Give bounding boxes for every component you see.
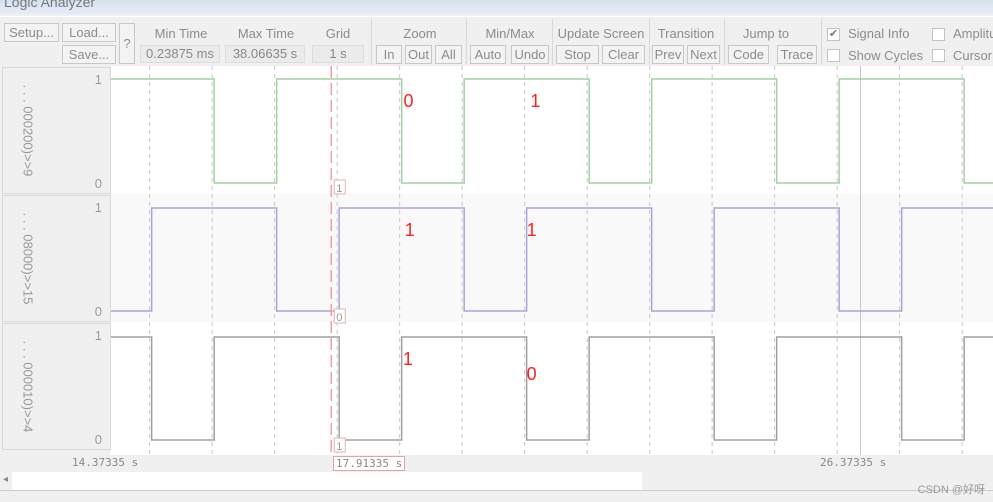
amplitude-checkbox[interactable] [932, 28, 945, 41]
signal-name: . . . 000200)>>9 [20, 84, 36, 177]
high-level-label: 1 [94, 200, 102, 215]
low-level-label: 0 [94, 176, 102, 191]
high-level-label: 1 [94, 328, 102, 343]
separator [552, 19, 553, 65]
low-level-label: 0 [94, 304, 102, 319]
separator [466, 19, 467, 65]
scrollbar-track[interactable] [12, 472, 642, 490]
min-time-label: Min Time [154, 26, 208, 41]
max-time-value: 38.06635 s [225, 45, 305, 63]
jump-code-button[interactable]: Code [728, 45, 769, 64]
signal-info-label: Signal Info [848, 26, 910, 41]
undo-button[interactable]: Undo [511, 45, 549, 64]
zoom-in-button[interactable]: In [376, 45, 402, 64]
jump-trace-button[interactable]: Trace [777, 45, 817, 64]
axis-left-time: 14.37335 s [72, 456, 139, 469]
toolbar: Setup... Load... Save... ? Min Time 0.23… [0, 16, 993, 66]
high-level-label: 1 [94, 72, 102, 87]
load-button[interactable]: Load... [62, 23, 116, 42]
signal-name: . . . 000010)>>4 [20, 340, 36, 433]
annotation-label: 0 [404, 91, 414, 111]
prev-button[interactable]: Prev [652, 45, 684, 64]
separator [821, 19, 822, 65]
signal-name: . . . 08000)>>15 [20, 212, 36, 305]
window-title: Logic Analyzer [4, 0, 96, 10]
annotation-label: 1 [403, 349, 413, 369]
amplitude-label: Amplitu [953, 26, 993, 41]
max-time-label: Max Time [237, 26, 295, 41]
transition-label: Transition [657, 26, 715, 41]
jump-to-label: Jump to [742, 26, 790, 41]
show-cycles-label: Show Cycles [848, 48, 924, 63]
scroll-left-arrow-icon[interactable]: ◂ [3, 474, 8, 485]
update-screen-label: Update Screen [557, 26, 645, 41]
separator [724, 19, 725, 65]
cursor-value: 0 [336, 312, 342, 324]
separator [371, 19, 372, 65]
grid-value: 1 s [312, 45, 364, 63]
zoom-all-button[interactable]: All [435, 45, 462, 64]
watermark: CSDN @好呀 [917, 484, 985, 496]
separator [649, 19, 650, 65]
waveform-area[interactable]: 1 0 1 0 1 1 1 1 0 [0, 66, 993, 455]
cursor-value: 1 [336, 441, 342, 453]
cursor-value: 1 [336, 183, 342, 195]
signal-row-0[interactable]: . . . 000200)>>9 1 0 [2, 67, 111, 194]
cursor-checkbox[interactable] [932, 49, 945, 62]
cursor-label: Cursor [953, 48, 993, 63]
grid-label: Grid [325, 26, 351, 41]
min-time-value: 0.23875 ms [140, 45, 220, 63]
show-cycles-checkbox[interactable] [827, 49, 840, 62]
axis-right-time: 26.37335 s [820, 456, 887, 469]
annotation-label: 1 [405, 220, 415, 240]
signal-row-2[interactable]: . . . 000010)>>4 1 0 [2, 323, 111, 450]
stop-button[interactable]: Stop [556, 45, 599, 64]
auto-button[interactable]: Auto [470, 45, 506, 64]
time-axis: 14.37335 s 17.91335 s 26.37335 s [0, 455, 993, 472]
zoom-out-button[interactable]: Out [405, 45, 432, 64]
horizontal-scrollbar[interactable]: ◂ [0, 472, 993, 490]
bottom-panel [0, 490, 993, 502]
signal-row-1[interactable]: . . . 08000)>>15 1 0 [2, 195, 111, 322]
low-level-label: 0 [94, 432, 102, 447]
annotation-label: 0 [527, 364, 537, 384]
zoom-label: Zoom [403, 26, 437, 41]
annotation-label: 1 [527, 220, 537, 240]
clear-button[interactable]: Clear [602, 45, 645, 64]
minmax-label: Min/Max [485, 26, 535, 41]
next-button[interactable]: Next [687, 45, 720, 64]
annotation-label: 1 [530, 91, 540, 111]
title-bar: Logic Analyzer [0, 0, 993, 14]
cursor-time-label: 17.91335 s [333, 456, 406, 471]
save-button[interactable]: Save... [62, 45, 116, 64]
help-button[interactable]: ? [119, 23, 135, 64]
signal-info-checkbox[interactable]: ✔ [827, 28, 840, 41]
signal-names: . . . 000200)>>9 1 0 . . . 08000)>>15 1 … [0, 66, 111, 455]
setup-button[interactable]: Setup... [4, 23, 59, 42]
